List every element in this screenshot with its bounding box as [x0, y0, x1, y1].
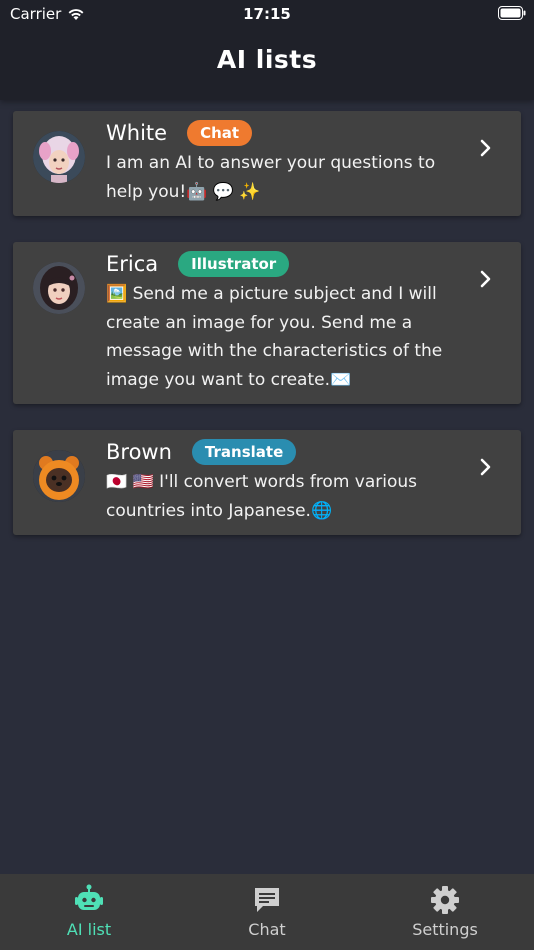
- avatar-brown: [33, 450, 85, 502]
- ai-description: 🇯🇵 🇺🇸 I'll convert words from various co…: [106, 472, 418, 521]
- ai-card-brown[interactable]: Brown Translate 🇯🇵 🇺🇸 I'll convert words…: [13, 430, 521, 535]
- clock: 17:15: [243, 5, 291, 23]
- card-title-row: Erica Illustrator: [106, 250, 461, 278]
- tab-label: AI list: [66, 920, 112, 939]
- ai-list: White Chat I am an AI to answer your que…: [13, 111, 521, 561]
- page-title: AI lists: [216, 45, 318, 74]
- tab-label: Chat: [248, 920, 286, 939]
- tab-label: Settings: [412, 920, 478, 939]
- category-badge: Chat: [187, 120, 253, 146]
- status-bar: Carrier 17:15: [0, 0, 534, 30]
- ai-name: Brown: [106, 440, 172, 464]
- ai-name: White: [106, 121, 168, 145]
- screen: Carrier 17:15 AI lists White Chat I am a…: [0, 0, 534, 950]
- tab-chat[interactable]: Chat: [178, 874, 356, 950]
- ai-name: Erica: [106, 252, 159, 276]
- card-title-row: White Chat: [106, 119, 461, 147]
- ai-card-white[interactable]: White Chat I am an AI to answer your que…: [13, 111, 521, 216]
- tab-ai-list[interactable]: AI list: [0, 874, 178, 950]
- ai-description: 🖼️ Send me a picture subject and I will …: [106, 284, 443, 390]
- tab-settings[interactable]: Settings: [356, 874, 534, 950]
- tab-bar: AI list Chat Settings: [0, 874, 534, 950]
- avatar-white: [33, 131, 85, 183]
- avatar-erica: [33, 262, 85, 314]
- chevron-right-icon: [480, 458, 491, 476]
- chevron-right-icon: [480, 270, 491, 288]
- chevron-right-icon: [480, 139, 491, 157]
- ai-description: I am an AI to answer your questions to h…: [106, 153, 436, 202]
- category-badge: Illustrator: [178, 251, 290, 277]
- battery-icon: [498, 6, 526, 20]
- category-badge: Translate: [191, 439, 297, 465]
- gear-icon: [431, 886, 459, 914]
- card-title-row: Brown Translate: [106, 438, 461, 466]
- robot-icon: [75, 884, 103, 910]
- chat-bubble-icon: [255, 888, 279, 912]
- top-bar: Carrier 17:15 AI lists: [0, 0, 534, 100]
- ai-card-erica[interactable]: Erica Illustrator 🖼️ Send me a picture s…: [13, 242, 521, 404]
